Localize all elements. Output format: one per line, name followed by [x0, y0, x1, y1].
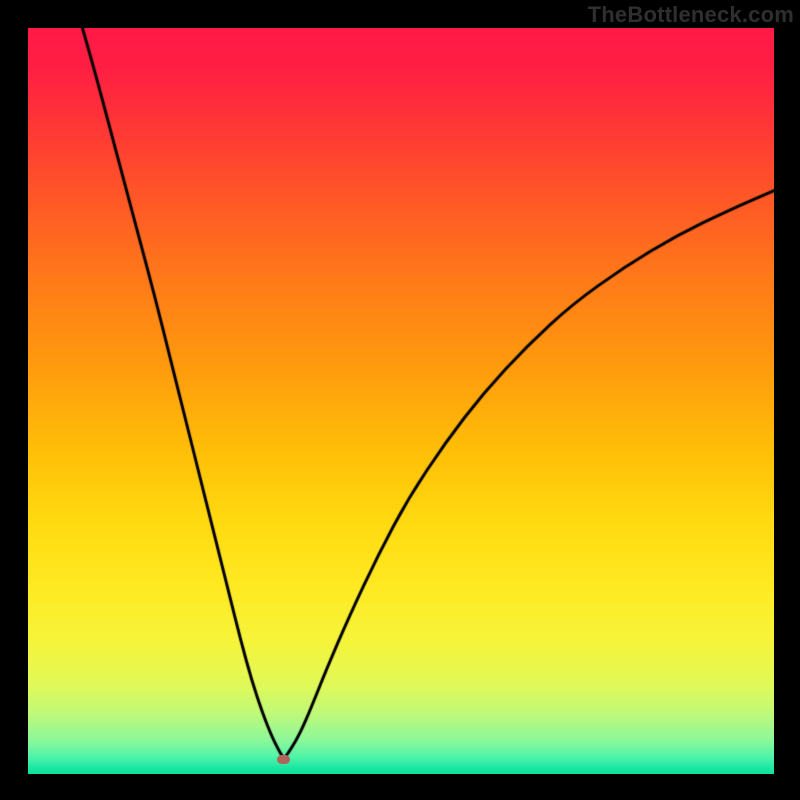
- chart-plot-area: [28, 28, 774, 774]
- watermark-text: TheBottleneck.com: [588, 2, 794, 28]
- chart-root: TheBottleneck.com: [0, 0, 800, 800]
- gradient-background: [28, 28, 774, 774]
